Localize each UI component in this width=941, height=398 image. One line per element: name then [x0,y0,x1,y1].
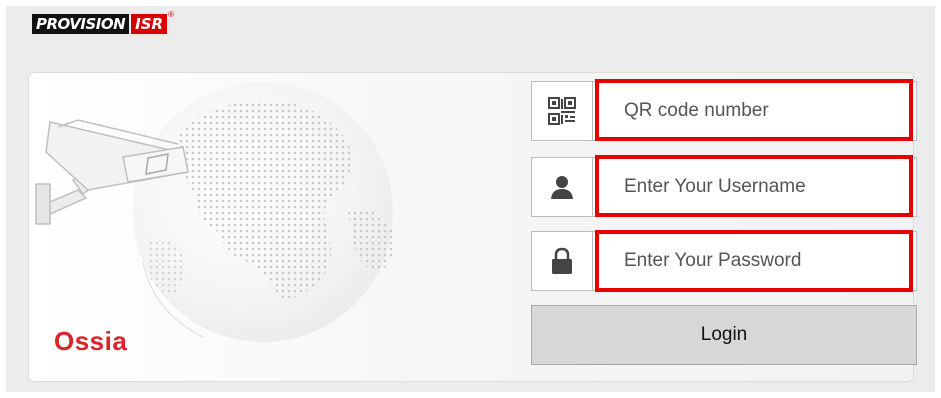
username-field [531,157,917,217]
password-field [531,231,917,291]
login-button[interactable]: Login [531,305,917,365]
username-input[interactable] [596,158,906,216]
qr-code-input[interactable] [596,82,906,140]
globe-icon [133,82,394,342]
user-icon [532,158,593,216]
ossia-brand-label: Ossia [54,326,128,356]
provision-isr-logo: PROVISION ISR ® [32,10,174,34]
qr-code-icon [532,82,593,140]
qr-code-field [531,81,917,141]
password-input[interactable] [596,232,906,290]
logo-provision-text: PROVISION [32,14,130,34]
logo-registered-mark: ® [168,10,174,19]
lock-icon [532,232,593,290]
logo-isr-text: ISR [131,14,168,34]
